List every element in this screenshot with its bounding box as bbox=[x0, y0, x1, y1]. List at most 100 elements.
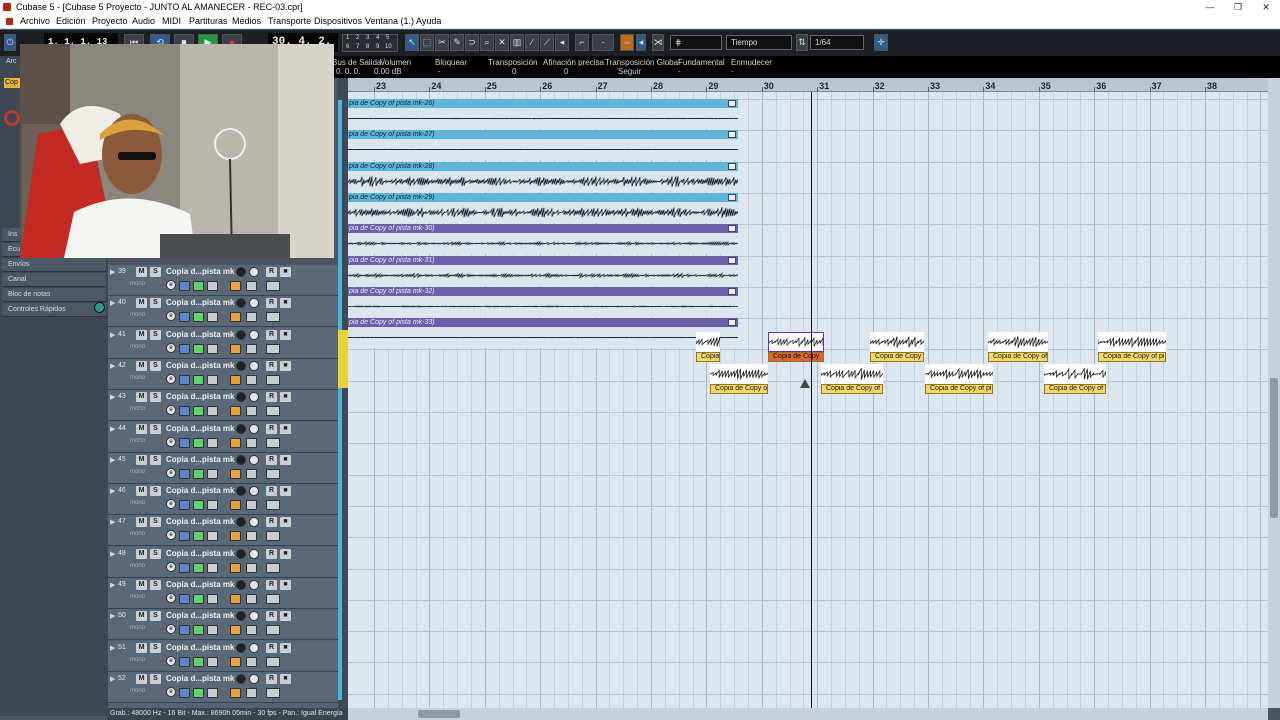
range-select-tool-icon[interactable]: ⬚ bbox=[420, 34, 434, 51]
lock-icon[interactable] bbox=[246, 594, 257, 604]
solo-button[interactable]: S bbox=[150, 267, 161, 277]
nudge-icon[interactable]: ⌐ bbox=[575, 34, 589, 51]
read-automation-button[interactable]: R bbox=[266, 611, 277, 622]
track-name[interactable]: Copia d...pista mk bbox=[166, 392, 234, 401]
info-value-mute[interactable]: - bbox=[731, 67, 734, 76]
track-name[interactable]: Copia d...pista mk bbox=[166, 330, 234, 339]
read-automation-button[interactable]: R bbox=[266, 392, 277, 403]
edit-channel-button[interactable]: e bbox=[166, 342, 176, 353]
write-automation-button[interactable]: ■ bbox=[280, 454, 291, 465]
audio-clip[interactable]: Copia de Copy bbox=[870, 332, 924, 362]
timebase-icon[interactable] bbox=[179, 500, 190, 511]
audio-clip[interactable]: Copia bbox=[696, 332, 720, 362]
track-row[interactable]: ▶ 51 M S Copia d...pista mk R ■ mono e bbox=[108, 640, 338, 672]
audio-clip[interactable]: Copia de Copy of pi bbox=[1098, 332, 1166, 362]
track-name[interactable]: Copia d...pista mk bbox=[166, 580, 234, 589]
track-version-icon[interactable] bbox=[266, 656, 280, 667]
read-automation-button[interactable]: R bbox=[266, 642, 277, 653]
track-expand-icon[interactable]: ▶ bbox=[110, 675, 115, 683]
info-value-volume[interactable]: 0.00 dB bbox=[374, 67, 402, 76]
track-row[interactable]: ▶ 44 M S Copia d...pista mk R ■ mono e bbox=[108, 421, 338, 453]
menu-transporte[interactable]: Transporte bbox=[268, 14, 311, 29]
inspector-sends[interactable]: Envíos bbox=[2, 258, 106, 272]
track-expand-icon[interactable]: ▶ bbox=[110, 644, 115, 652]
timebase-icon[interactable] bbox=[179, 343, 190, 354]
track-name[interactable]: Copia d...pista mk bbox=[166, 455, 234, 464]
audio-clip[interactable]: Copia de Copy of bbox=[988, 332, 1048, 362]
timebase-icon[interactable] bbox=[179, 656, 190, 667]
track-expand-icon[interactable]: ▶ bbox=[110, 362, 115, 370]
lane-icon[interactable] bbox=[193, 468, 204, 479]
info-value-global-transpose[interactable]: Seguir bbox=[618, 67, 641, 76]
lock-icon[interactable] bbox=[246, 531, 257, 542]
lane-icon[interactable] bbox=[193, 406, 204, 417]
mute-button[interactable]: M bbox=[136, 329, 147, 340]
timeline-ruler[interactable]: 23 24 25 26 27 28 29 30 31 32 33 34 35 36 37 38 bbox=[348, 78, 1268, 92]
mute-button[interactable]: M bbox=[136, 298, 147, 309]
track-name[interactable]: Copia d...pista mk bbox=[166, 517, 234, 526]
record-arm-icon[interactable] bbox=[236, 517, 246, 528]
track-row[interactable]: ▶ 40 M S Copia d...pista mk R ■ mono e bbox=[108, 296, 338, 328]
mute-button[interactable]: M bbox=[136, 673, 147, 684]
snap-mode-select[interactable]: ⋕ bbox=[670, 35, 722, 50]
edit-channel-button[interactable]: e bbox=[166, 686, 176, 697]
timebase-icon[interactable] bbox=[179, 531, 190, 542]
freeze-icon[interactable] bbox=[207, 406, 218, 417]
write-automation-button[interactable]: ■ bbox=[280, 423, 291, 434]
edit-channel-button[interactable]: e bbox=[166, 280, 176, 290]
audio-clip[interactable]: Copia de Copy o bbox=[710, 364, 768, 394]
close-button[interactable]: ✕ bbox=[1252, 0, 1280, 14]
track-version-icon[interactable] bbox=[266, 625, 280, 636]
inspector-notepad[interactable]: Bloc de notas bbox=[2, 288, 106, 302]
record-arm-icon[interactable] bbox=[236, 673, 246, 684]
track-version-icon[interactable] bbox=[266, 687, 280, 698]
menu-partituras[interactable]: Partituras bbox=[189, 14, 228, 29]
info-value-root[interactable]: - bbox=[678, 67, 681, 76]
track-version-icon[interactable] bbox=[266, 468, 280, 479]
power-icon[interactable]: ⏻ bbox=[4, 34, 16, 51]
track-version-icon[interactable] bbox=[266, 406, 280, 417]
lock-icon[interactable] bbox=[246, 312, 257, 323]
track-row[interactable]: ▶ 42 M S Copia d...pista mk R ■ mono e bbox=[108, 358, 338, 390]
track-name[interactable]: Copia d...pista mk bbox=[166, 267, 234, 276]
inspector-quick-controls[interactable]: Controles Rápidos bbox=[2, 303, 106, 317]
draw-tool-icon[interactable]: ✎ bbox=[450, 34, 464, 51]
lane-icon[interactable] bbox=[193, 343, 204, 354]
erase-tool-icon[interactable]: ✕ bbox=[495, 34, 509, 51]
mute-button[interactable]: M bbox=[136, 517, 147, 528]
track-row[interactable]: ▶ 52 M S Copia d...pista mk R ■ mono e bbox=[108, 671, 338, 703]
monitor-icon[interactable] bbox=[249, 486, 259, 497]
track-expand-icon[interactable]: ▶ bbox=[110, 581, 115, 589]
freeze-icon[interactable] bbox=[207, 687, 218, 698]
monitor-icon[interactable] bbox=[249, 642, 259, 653]
menu-dispositivos[interactable]: Dispositivos bbox=[314, 14, 362, 29]
menu-medios[interactable]: Medios bbox=[232, 14, 261, 29]
lock-icon[interactable] bbox=[246, 343, 257, 354]
edit-channel-button[interactable]: e bbox=[166, 373, 176, 384]
record-arm-icon[interactable] bbox=[236, 392, 246, 403]
quantize-icon[interactable]: ⇅ bbox=[796, 34, 808, 51]
solo-button[interactable]: S bbox=[150, 673, 161, 684]
write-automation-button[interactable]: ■ bbox=[280, 298, 291, 309]
record-arm-icon[interactable] bbox=[236, 580, 246, 590]
track-expand-icon[interactable]: ▶ bbox=[110, 268, 115, 276]
monitor-icon[interactable] bbox=[249, 329, 259, 340]
edit-channel-button[interactable]: e bbox=[166, 499, 176, 510]
read-automation-button[interactable]: R bbox=[266, 267, 277, 277]
record-arm-icon[interactable] bbox=[236, 611, 246, 622]
record-arm-icon[interactable] bbox=[236, 486, 246, 497]
freeze-icon[interactable] bbox=[207, 625, 218, 636]
solo-button[interactable]: S bbox=[150, 423, 161, 434]
track-version-icon[interactable] bbox=[266, 531, 280, 542]
musical-mode-icon[interactable] bbox=[230, 468, 241, 479]
freeze-icon[interactable] bbox=[207, 312, 218, 323]
track-row[interactable]: ▶ 48 M S Copia d...pista mk R ■ mono e bbox=[108, 546, 338, 578]
solo-button[interactable]: S bbox=[150, 392, 161, 403]
musical-mode-icon[interactable] bbox=[230, 437, 241, 448]
write-automation-button[interactable]: ■ bbox=[280, 392, 291, 403]
write-automation-button[interactable]: ■ bbox=[280, 580, 291, 590]
solo-button[interactable]: S bbox=[150, 517, 161, 528]
menu-ventana[interactable]: Ventana (1.) bbox=[365, 14, 414, 29]
write-automation-button[interactable]: ■ bbox=[280, 517, 291, 528]
lane-icon[interactable] bbox=[193, 656, 204, 667]
